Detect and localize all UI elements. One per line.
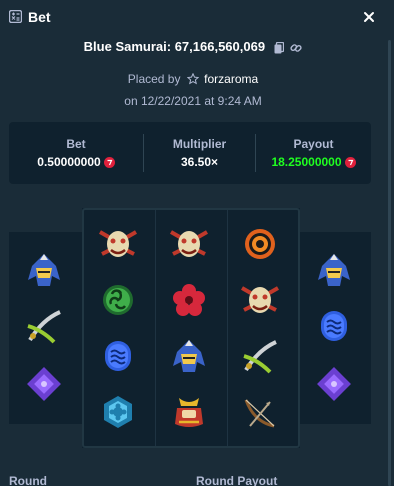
link-icon[interactable]	[290, 42, 302, 54]
currency-coin-icon	[344, 157, 356, 168]
modal-header: Bet	[0, 0, 394, 34]
orange-circle-icon	[245, 229, 275, 259]
stat-bet-value: 0.50000000	[37, 155, 101, 169]
star-icon	[186, 73, 199, 85]
username-link[interactable]: forzaroma	[204, 72, 258, 86]
bow-icon	[244, 399, 275, 428]
bet-slip-icon	[9, 10, 22, 23]
stat-payout-label: Payout	[293, 137, 334, 151]
stat-multiplier-label: Multiplier	[172, 137, 227, 151]
bet-stats-panel: Bet 0.50000000 Multiplier 36.50× Payout …	[9, 122, 371, 184]
currency-coin-icon	[103, 157, 115, 168]
placed-by: Placed by forzaroma	[0, 71, 386, 87]
blue-wave-icon	[105, 341, 131, 371]
placed-by-label: Placed by	[127, 72, 181, 86]
close-icon[interactable]	[358, 6, 380, 28]
stat-bet: Bet 0.50000000	[9, 122, 143, 184]
crossed-swords-icon	[243, 340, 277, 374]
stat-multiplier: Multiplier 36.50×	[144, 122, 255, 184]
reel-separator	[227, 210, 228, 446]
bet-date: on 12/22/2021 at 9:24 AM	[124, 94, 262, 108]
oni-mask-icon	[241, 286, 279, 313]
oni-mask-icon	[99, 230, 137, 257]
game-title: Blue Samurai: 67,166,560,069	[83, 39, 266, 54]
reel-separator	[155, 210, 156, 446]
copy-icon[interactable]	[274, 41, 284, 54]
stat-bet-label: Bet	[66, 137, 86, 151]
game-info: Blue Samurai: 67,166,560,069	[0, 39, 386, 55]
green-swirl-icon	[103, 285, 133, 315]
red-flower-icon	[173, 284, 205, 316]
armor-helmet-icon	[175, 398, 203, 427]
purple-diamond-icon	[27, 367, 61, 401]
stat-payout: Payout 18.25000000	[256, 122, 371, 184]
crossed-swords-icon	[27, 310, 61, 344]
oni-mask-icon	[170, 230, 208, 257]
stat-payout-value: 18.25000000	[271, 155, 342, 169]
samurai-helmet-icon	[173, 340, 205, 372]
modal-title: Bet	[28, 9, 51, 25]
round-label: Round	[9, 474, 47, 486]
stat-multiplier-value: 36.50×	[180, 155, 219, 169]
purple-diamond-icon	[317, 367, 351, 401]
samurai-helmet-icon	[28, 254, 60, 286]
cyan-crest-icon	[104, 396, 132, 428]
blue-wave-icon	[321, 311, 347, 341]
samurai-helmet-icon	[318, 254, 350, 286]
scrollbar[interactable]	[388, 40, 391, 486]
round-payout-label: Round Payout	[196, 474, 278, 486]
